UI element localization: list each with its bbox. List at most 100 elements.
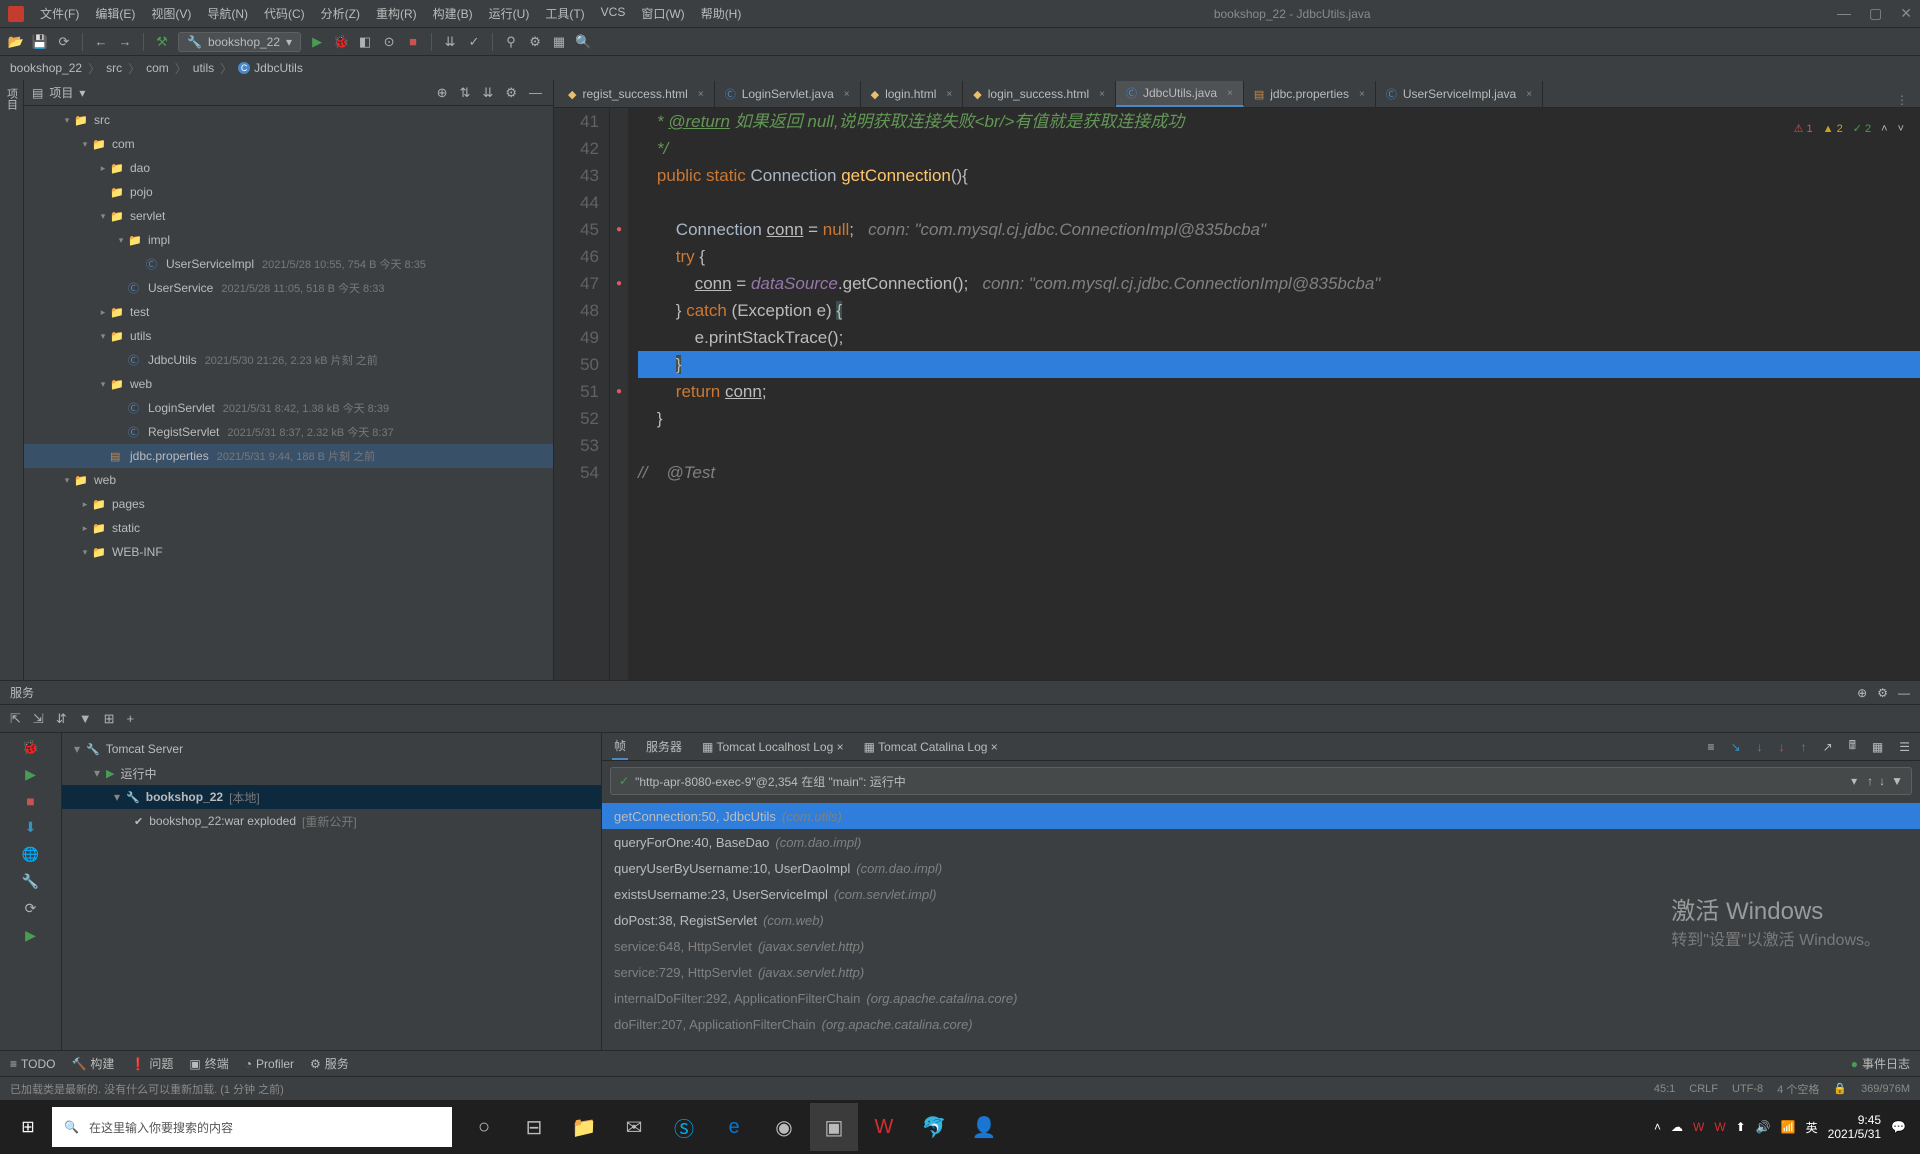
expand-icon[interactable]: ⇅ [457,85,474,101]
tree-item[interactable]: ▾📁utils [24,324,553,348]
project-tree[interactable]: ▾📁src▾📁com▸📁dao📁pojo▾📁servlet▾📁implⒸUser… [24,106,553,680]
gear-icon[interactable]: ⊕ [1857,686,1867,700]
minimize-icon[interactable]: — [1837,5,1851,22]
tree-item[interactable]: ▾📁web [24,372,553,396]
search-everywhere-icon[interactable]: ⚲ [503,34,519,50]
run-tree[interactable]: ▾🔧Tomcat Server▾▶运行中▾🔧bookshop_22 [本地]✔b… [62,733,602,1050]
evaluate-icon[interactable]: 🖩 [1849,736,1856,757]
browser-icon[interactable]: 🌐 [22,846,39,863]
menu-item[interactable]: 帮助(H) [695,3,748,24]
run-to-cursor-icon[interactable]: ↗ [1823,740,1833,754]
deploy-icon[interactable]: ⬇ [25,819,37,836]
breadcrumb-item[interactable]: src [106,61,122,75]
reload-icon[interactable]: ⟳ [25,900,37,917]
prev-frame-icon[interactable]: ↑ [1867,774,1873,788]
gear-icon[interactable]: ⚙ [502,85,520,101]
tree-item[interactable]: ▾📁WEB-INF [24,540,553,564]
user-icon[interactable]: 👤 [960,1103,1008,1151]
notifications-icon[interactable]: 💬 [1891,1120,1906,1134]
bottom-tab[interactable]: 🔨 构建 [71,1055,114,1072]
cortana-icon[interactable]: ○ [460,1103,508,1151]
mail-icon[interactable]: ✉ [610,1103,658,1151]
run-tree-item[interactable]: ▾🔧bookshop_22 [本地] [62,785,601,809]
hammer-icon[interactable]: ⚒ [154,34,170,50]
taskview-icon[interactable]: ⊟ [510,1103,558,1151]
thread-selector[interactable]: ✓ "http-apr-8080-exec-9"@2,354 在组 "main"… [610,767,1912,795]
chevron-up-icon[interactable]: ˄ [1654,1120,1661,1134]
lock-icon[interactable]: 🔒 [1833,1082,1847,1095]
taskbar-search[interactable]: 🔍 在这里输入你要搜索的内容 [52,1107,452,1147]
tree-item[interactable]: ▤jdbc.properties2021/5/31 9:44, 188 B 片刻… [24,444,553,468]
tree-item[interactable]: ▾📁web [24,468,553,492]
inspection-widget[interactable]: ⚠ 1 ▲ 2 ✓ 2 ˄ ˅ [1790,114,1908,145]
breadcrumb-item[interactable]: com [146,61,169,75]
dolphin-icon[interactable]: 🐬 [910,1103,958,1151]
skype-icon[interactable]: Ⓢ [660,1103,708,1151]
maximize-icon[interactable]: ▢ [1869,5,1882,22]
explorer-icon[interactable]: 📁 [560,1103,608,1151]
tab-frames[interactable]: 帧 [612,733,628,760]
force-step-icon[interactable]: ↓ [1779,740,1785,754]
tree-item[interactable]: ▾📁com [24,132,553,156]
tree-item[interactable]: ⒸJdbcUtils2021/5/30 21:26, 2.23 kB 片刻 之前 [24,348,553,372]
edge-icon[interactable]: e [710,1103,758,1151]
menu-item[interactable]: 文件(F) [34,3,85,24]
breakpoint-gutter[interactable]: ●●● [610,108,628,680]
tree-item[interactable]: 📁pojo [24,180,553,204]
bottom-tab[interactable]: ▣ 终端 [189,1055,228,1072]
stack-frame[interactable]: getConnection:50, JdbcUtils (com.utils) [602,803,1920,829]
tree-item[interactable]: ▸📁pages [24,492,553,516]
more-tabs-icon[interactable]: ⋮ [1888,93,1916,107]
add-icon[interactable]: + [127,711,135,726]
hide-icon[interactable]: — [1898,686,1910,700]
stop-debug-icon[interactable]: ■ [26,793,34,809]
forward-icon[interactable]: → [117,34,133,50]
wrench-icon[interactable]: 🔧 [22,873,39,890]
stack-frame[interactable]: existsUsername:23, UserServiceImpl (com.… [602,881,1920,907]
profile-icon[interactable]: ⊙ [381,34,397,50]
chevron-up-icon[interactable]: ˄ [1881,116,1887,143]
tree-item[interactable]: ▸📁static [24,516,553,540]
editor-tab[interactable]: ▤jdbc.properties× [1244,81,1376,107]
layout-icon[interactable]: ☰ [1899,740,1910,754]
group-icon[interactable]: ⊞ [104,711,115,727]
tree-item[interactable]: ⒸLoginServlet2021/5/31 8:42, 1.38 kB 今天 … [24,396,553,420]
back-icon[interactable]: ← [93,34,109,50]
menu-item[interactable]: 视图(V) [145,3,197,24]
save-icon[interactable]: 💾 [32,34,48,50]
settings-icon[interactable]: ⚙ [527,34,543,50]
breadcrumb-item[interactable]: utils [193,61,214,75]
code-lines[interactable]: * @return 如果返回 null,说明获取连接失败<br/>有值就是获取连… [628,108,1920,680]
coverage-icon[interactable]: ◧ [357,34,373,50]
wps-icon[interactable]: W [860,1103,908,1151]
tab-localhost-log[interactable]: ▦ Tomcat Localhost Log × [700,736,846,758]
tray-icon[interactable]: ⬆ [1736,1120,1746,1134]
tray-icon[interactable]: W [1714,1120,1725,1134]
stack-frame[interactable]: internalDoFilter:292, ApplicationFilterC… [602,985,1920,1011]
debug-icon[interactable]: 🐞 [333,34,349,50]
menu-item[interactable]: VCS [595,3,632,24]
tree-item[interactable]: ⒸUserService2021/5/28 11:05, 518 B 今天 8:… [24,276,553,300]
call-stack[interactable]: getConnection:50, JdbcUtils (com.utils) q… [602,801,1920,1050]
event-log-button[interactable]: ● 事件日志 [1851,1055,1910,1072]
stack-frame[interactable]: queryUserByUsername:10, UserDaoImpl (com… [602,855,1920,881]
resume-icon[interactable]: ▶ [25,766,36,783]
table-icon[interactable]: ▦ [1872,740,1883,754]
menu-item[interactable]: 重构(R) [370,3,423,24]
menu-item[interactable]: 窗口(W) [635,3,690,24]
network-icon[interactable]: 📶 [1781,1120,1796,1134]
editor-tab[interactable]: ⒸUserServiceImpl.java× [1376,81,1543,107]
bottom-tab[interactable]: ❗ 问题 [130,1055,173,1072]
tree-item[interactable]: ▾📁src [24,108,553,132]
line-separator[interactable]: CRLF [1689,1083,1718,1095]
bottom-tab[interactable]: ◔ Profiler [245,1057,294,1071]
menu-item[interactable]: 代码(C) [258,3,311,24]
chevron-down-icon[interactable]: ˅ [1898,116,1904,143]
bottom-tab[interactable]: ≡ TODO [10,1057,55,1071]
tree-item[interactable]: ⒸRegistServlet2021/5/31 8:37, 2.32 kB 今天… [24,420,553,444]
editor-tab[interactable]: ⒸJdbcUtils.java× [1116,81,1244,107]
tree-item[interactable]: ⒸUserServiceImpl2021/5/28 10:55, 754 B 今… [24,252,553,276]
run-tree-item[interactable]: ▾▶运行中 [62,761,601,785]
collapse-all-icon[interactable]: ⇲ [33,711,44,727]
editor-tab[interactable]: ◆login_success.html× [963,81,1116,107]
